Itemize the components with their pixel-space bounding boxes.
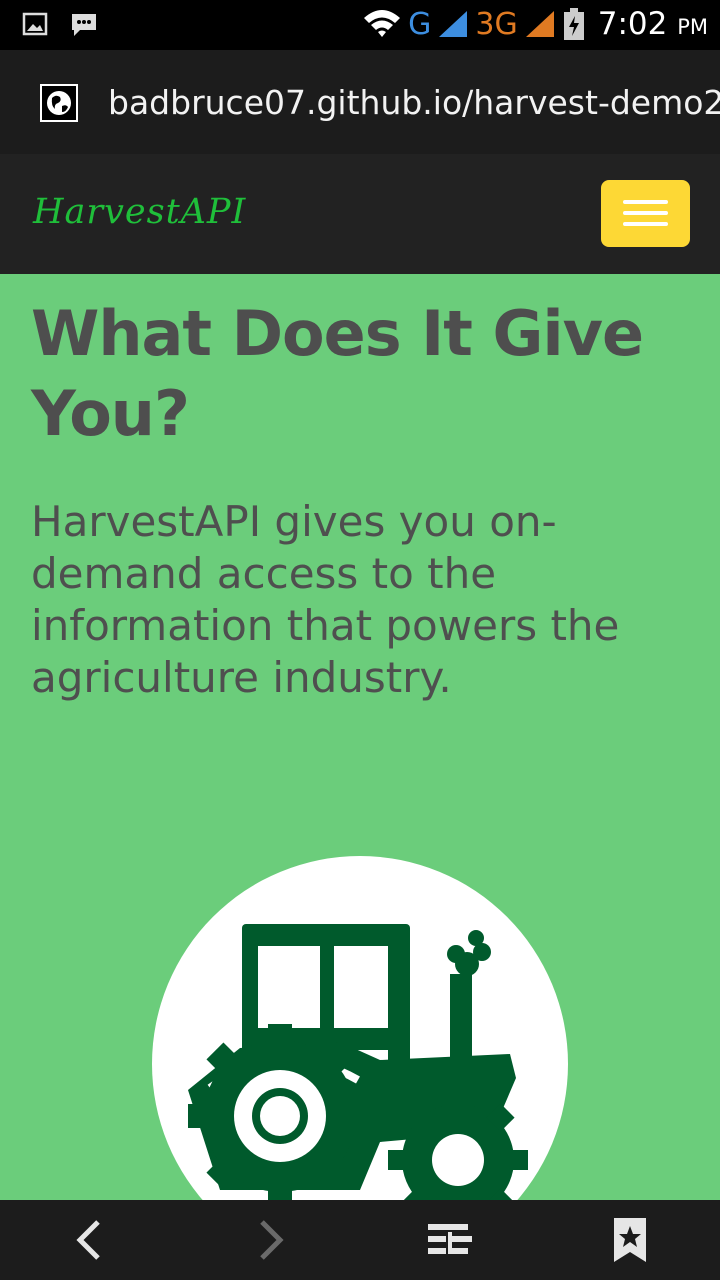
globe-icon <box>40 84 78 122</box>
feature-section: What Does It Give You? HarvestAPI gives … <box>0 274 720 1200</box>
url-text[interactable]: badbruce07.github.io/harvest-demo2 <box>108 83 720 122</box>
bookmark-icon[interactable] <box>606 1216 654 1264</box>
browser-bottom-nav <box>0 1200 720 1280</box>
status-left-icons <box>22 12 98 38</box>
section-description: HarvestAPI gives you on-demand access to… <box>31 497 620 702</box>
status-right-icons: G 3G 7:02 PM <box>362 6 708 42</box>
site-navbar: HarvestAPI <box>0 154 720 274</box>
gallery-icon <box>22 12 48 36</box>
status-clock: 7:02 PM <box>598 6 708 42</box>
brand-logo[interactable]: HarvestAPI <box>33 192 246 232</box>
signal-icon <box>525 11 554 37</box>
network-3g-label: 3G <box>475 6 518 42</box>
message-icon <box>72 14 96 36</box>
tabs-icon[interactable] <box>426 1216 474 1264</box>
status-bar: G 3G 7:02 PM <box>0 0 720 50</box>
battery-charging-icon <box>563 8 584 40</box>
back-icon[interactable] <box>66 1216 114 1264</box>
forward-icon[interactable] <box>246 1216 294 1264</box>
menu-toggle-button[interactable] <box>601 180 690 247</box>
clock-ampm: PM <box>677 15 708 39</box>
tractor-icon <box>188 924 528 1200</box>
signal-icon <box>439 11 468 37</box>
wifi-icon <box>364 10 401 37</box>
clock-time: 7:02 <box>597 6 668 42</box>
section-heading: What Does It Give You? <box>31 297 644 450</box>
network-g-label: G <box>408 6 432 42</box>
